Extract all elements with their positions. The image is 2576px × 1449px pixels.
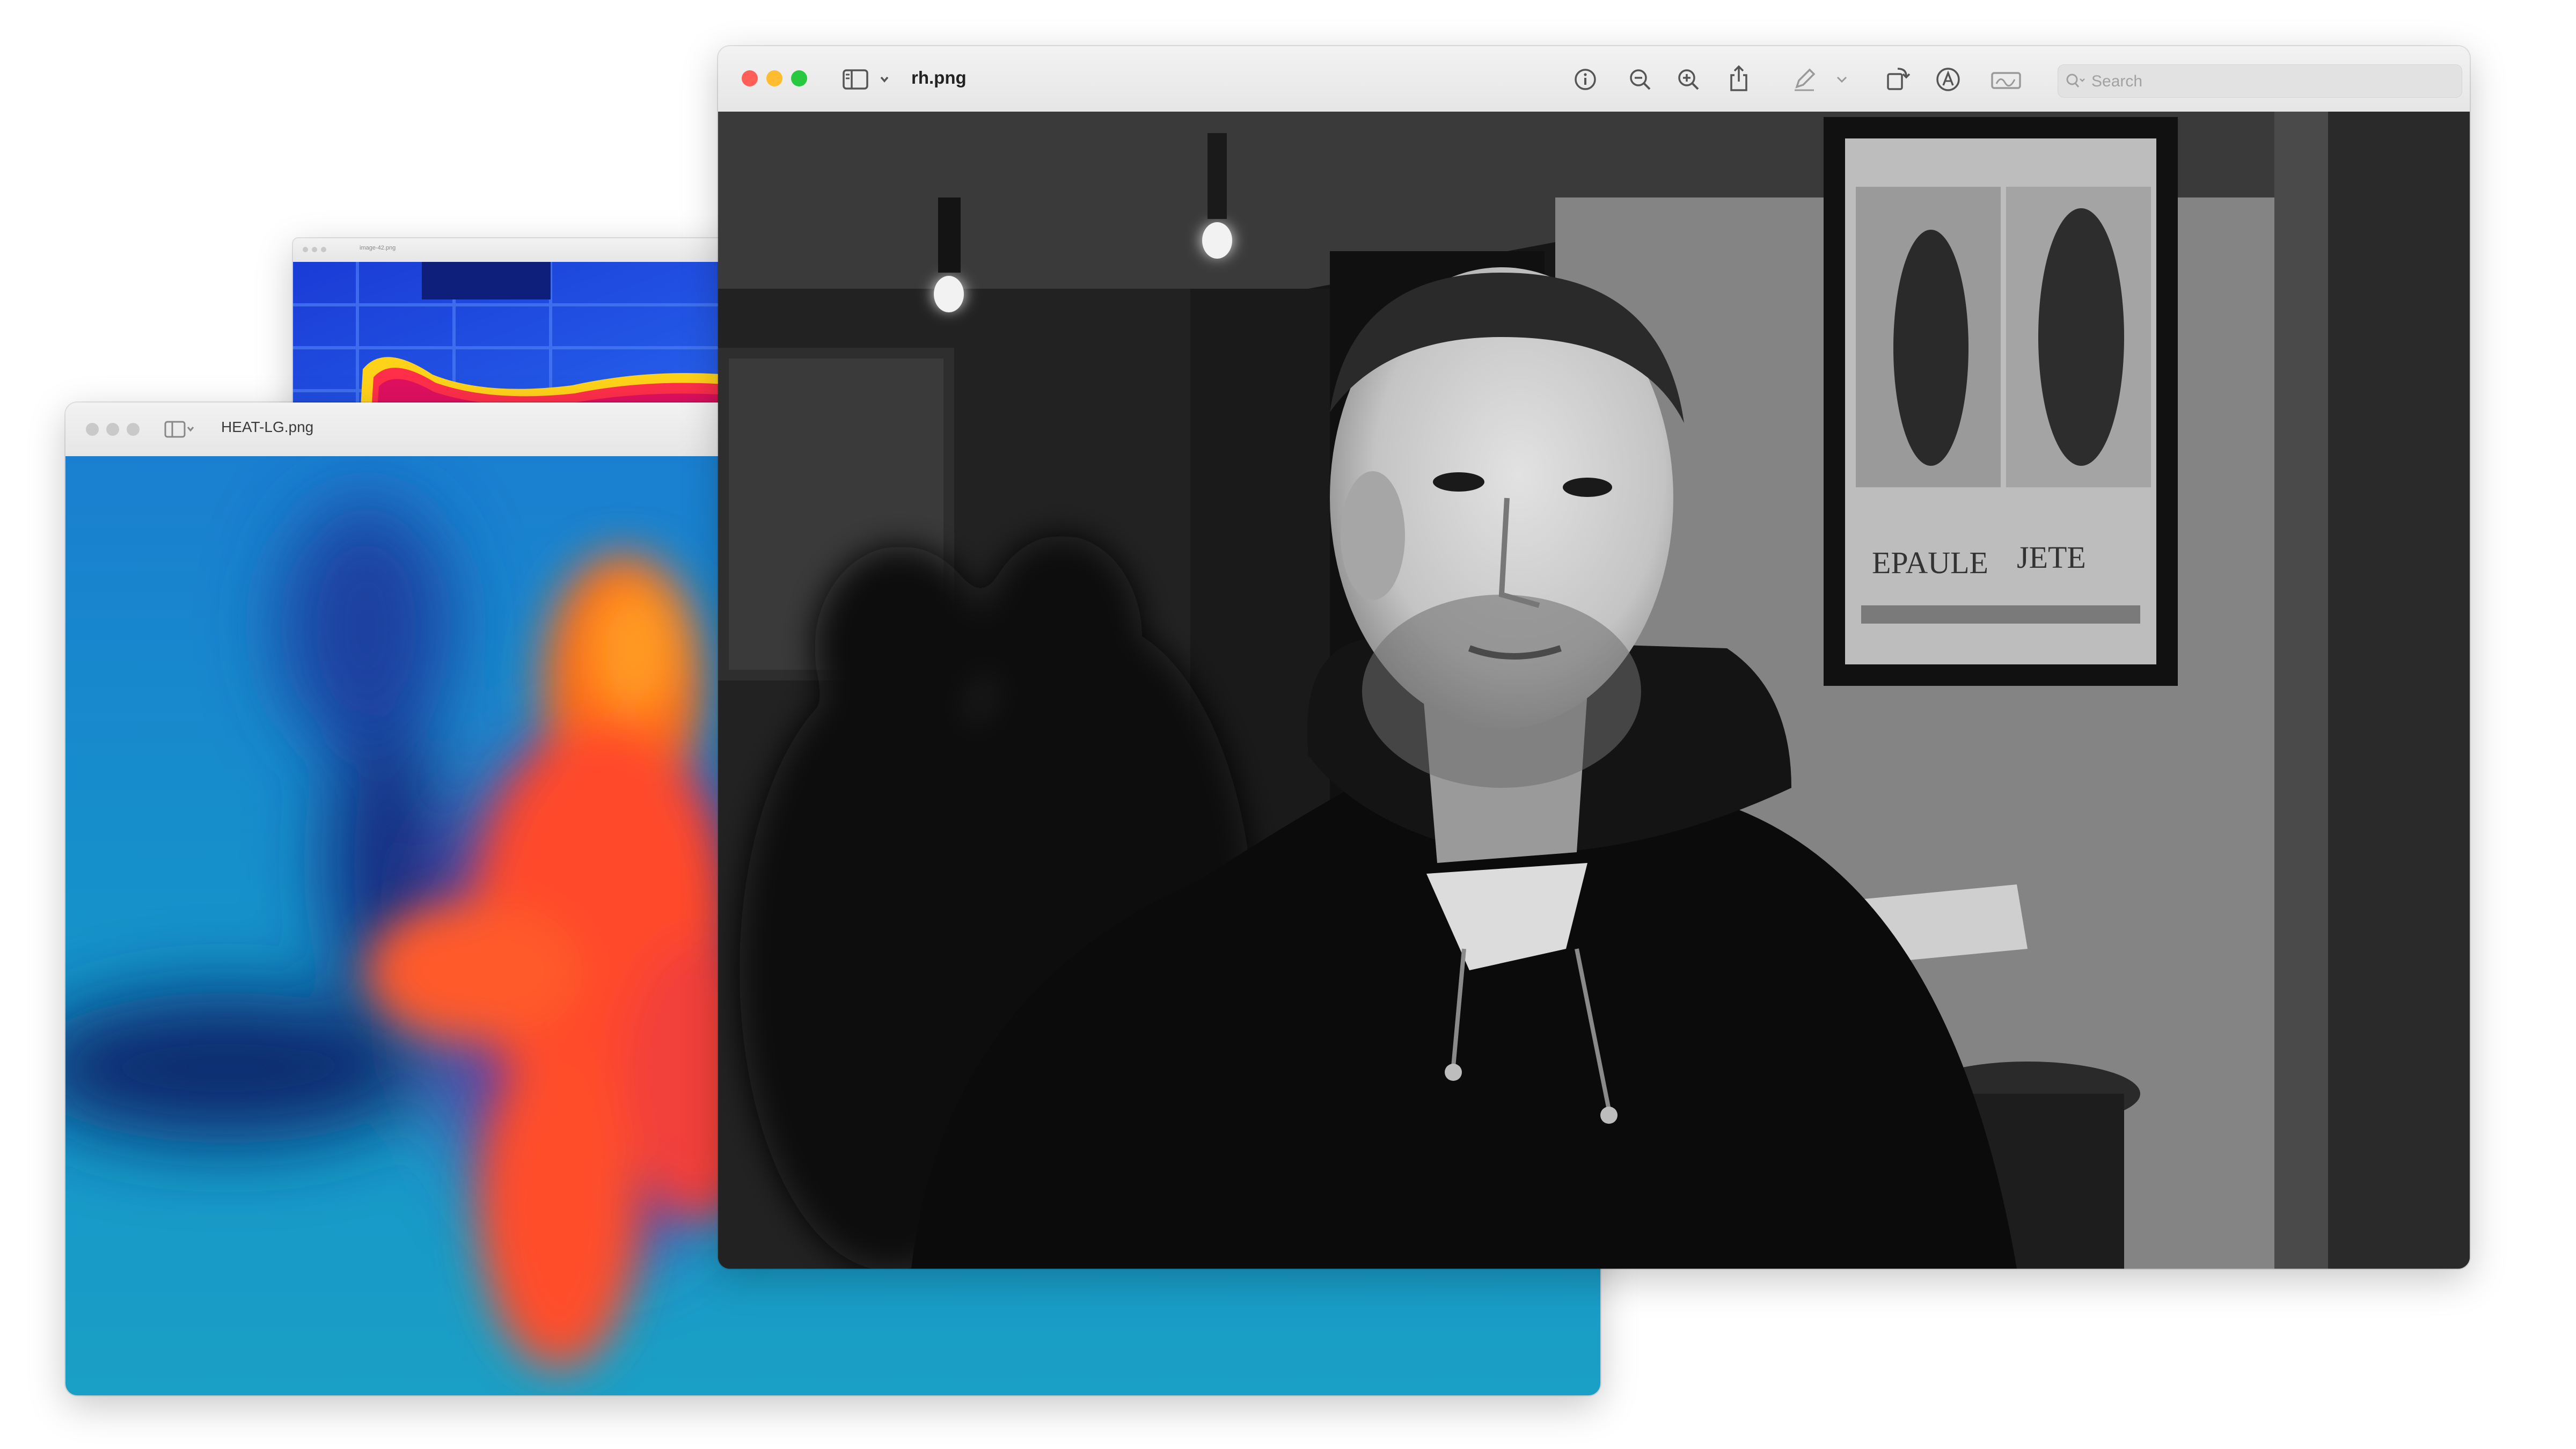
poster-text-epaule: EPAULE xyxy=(1872,545,1988,580)
zoom-button[interactable] xyxy=(791,70,807,86)
search-field[interactable] xyxy=(2058,64,2462,98)
portrait-photo: EPAULE JETE xyxy=(718,112,2470,1269)
close-button[interactable] xyxy=(303,247,308,252)
chevron-down-icon[interactable] xyxy=(1835,74,1848,85)
share-icon[interactable] xyxy=(1727,64,1751,92)
rotate-icon[interactable] xyxy=(1885,65,1911,91)
preview-window-rh[interactable]: rh.png Search EPAULE JETE xyxy=(718,46,2470,1269)
window-title: image-42.png xyxy=(360,245,396,251)
zoom-out-icon[interactable] xyxy=(1628,68,1652,91)
traffic-lights xyxy=(742,70,816,86)
zoom-button[interactable] xyxy=(321,247,326,252)
traffic-lights xyxy=(303,247,330,252)
zoom-button[interactable] xyxy=(127,423,140,436)
search-input[interactable] xyxy=(2090,69,2447,94)
info-icon[interactable] xyxy=(1574,68,1597,91)
window-title: HEAT-LG.png xyxy=(221,419,314,435)
image-canvas: EPAULE JETE xyxy=(718,112,2470,1269)
minimize-button[interactable] xyxy=(312,247,317,252)
annotate-icon[interactable] xyxy=(1935,67,1961,92)
zoom-in-icon[interactable] xyxy=(1677,68,1700,91)
window-title: rh.png xyxy=(911,68,967,87)
minimize-button[interactable] xyxy=(106,423,119,436)
sidebar-toggle-icon[interactable] xyxy=(843,69,892,90)
close-button[interactable] xyxy=(86,423,99,436)
minimize-button[interactable] xyxy=(766,70,782,86)
toolbar[interactable]: rh.png xyxy=(718,46,2470,113)
signature-icon[interactable] xyxy=(1990,68,2022,91)
search-icon xyxy=(2066,72,2085,90)
poster-text-jete: JETE xyxy=(2017,540,2086,575)
close-button[interactable] xyxy=(742,70,758,86)
markup-pen-icon[interactable] xyxy=(1791,67,1817,92)
sidebar-toggle-icon[interactable] xyxy=(164,418,194,441)
traffic-lights xyxy=(86,423,147,436)
